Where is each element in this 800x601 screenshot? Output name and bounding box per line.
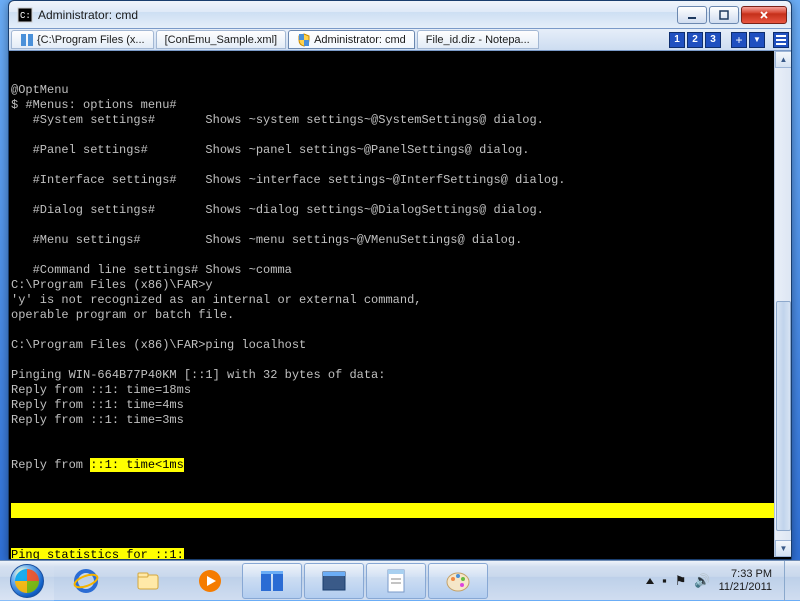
- console-3-button[interactable]: 3: [705, 32, 721, 48]
- titlebar[interactable]: C: Administrator: cmd: [9, 1, 791, 29]
- app-icon: C:: [17, 7, 33, 23]
- selection: ::1: time<1ms: [90, 458, 184, 472]
- minimize-button[interactable]: [677, 6, 707, 24]
- new-console-button[interactable]: +: [731, 32, 747, 48]
- terminal[interactable]: @OptMenu$ #Menus: options menu# #System …: [9, 51, 791, 559]
- time-text: 7:33 PM: [719, 568, 772, 581]
- terminal-output-line: Reply from ::1: time<1ms: [11, 458, 791, 473]
- tab-label: File_id.diz - Notepa...: [426, 34, 530, 46]
- tabbar-right: 1 2 3 + ▼: [669, 32, 789, 48]
- taskbar-explorer[interactable]: [118, 563, 178, 599]
- scroll-down-button[interactable]: ▼: [775, 540, 792, 557]
- shield-icon: [297, 33, 311, 47]
- app-window: C: Administrator: cmd {C:\Program Files …: [8, 0, 792, 560]
- console-2-button[interactable]: 2: [687, 32, 703, 48]
- selection: [11, 503, 776, 518]
- scrollbar[interactable]: ▲ ▼: [774, 51, 791, 557]
- scroll-thumb[interactable]: [776, 301, 791, 531]
- tab-conemu-sample[interactable]: [ConEmu_Sample.xml]: [156, 30, 287, 49]
- terminal-output-line: [11, 503, 791, 518]
- action-center-icon[interactable]: ⚑: [675, 573, 687, 589]
- volume-icon[interactable]: 🔊: [694, 573, 710, 589]
- close-button[interactable]: [741, 6, 787, 24]
- windows-orb-icon: [10, 564, 44, 598]
- taskbar-notepad[interactable]: [366, 563, 426, 599]
- tab-bar: {C:\Program Files (x... [ConEmu_Sample.x…: [9, 29, 791, 51]
- taskbar[interactable]: ▪ ⚑ 🔊 7:33 PM 11/21/2011: [0, 560, 800, 600]
- dropdown-button[interactable]: ▼: [749, 32, 765, 48]
- svg-text:C:: C:: [20, 11, 31, 21]
- tab-admin-cmd[interactable]: Administrator: cmd: [288, 30, 415, 49]
- console-1-button[interactable]: 1: [669, 32, 685, 48]
- date-text: 11/21/2011: [719, 581, 772, 594]
- scroll-up-button[interactable]: ▲: [775, 51, 792, 68]
- tray-app-icon[interactable]: ▪: [662, 573, 667, 588]
- system-tray: ▪ ⚑ 🔊 7:33 PM 11/21/2011: [646, 561, 800, 600]
- taskbar-mediaplayer[interactable]: [180, 563, 240, 599]
- tray-expand-icon[interactable]: [646, 578, 654, 584]
- maximize-button[interactable]: [709, 6, 739, 24]
- tab-fileid-notepad[interactable]: File_id.diz - Notepa...: [417, 30, 539, 49]
- show-desktop-button[interactable]: [784, 561, 794, 601]
- clock[interactable]: 7:33 PM 11/21/2011: [719, 568, 772, 594]
- panel-icon: [20, 33, 34, 47]
- selection: Ping statistics for ::1:: [11, 548, 184, 559]
- start-button[interactable]: [0, 561, 54, 601]
- menu-button[interactable]: [773, 32, 789, 48]
- window-buttons: [677, 6, 787, 24]
- taskbar-conemu[interactable]: [242, 563, 302, 599]
- taskbar-items: [54, 561, 488, 601]
- tab-label: Administrator: cmd: [314, 34, 406, 46]
- tab-program-files[interactable]: {C:\Program Files (x...: [11, 30, 154, 49]
- tab-label: {C:\Program Files (x...: [37, 34, 145, 46]
- terminal-output: @OptMenu$ #Menus: options menu# #System …: [11, 83, 791, 428]
- tab-label: [ConEmu_Sample.xml]: [165, 34, 278, 46]
- taskbar-window[interactable]: [304, 563, 364, 599]
- terminal-output-line: Ping statistics for ::1:: [11, 548, 791, 559]
- taskbar-paint[interactable]: [428, 563, 488, 599]
- window-title: Administrator: cmd: [38, 8, 677, 22]
- taskbar-ie[interactable]: [56, 563, 116, 599]
